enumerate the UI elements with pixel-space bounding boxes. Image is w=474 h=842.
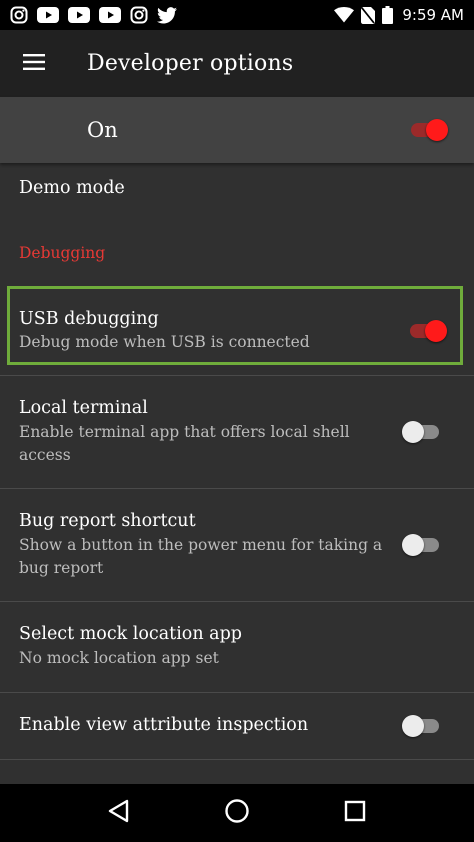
home-button[interactable] — [217, 793, 257, 833]
local-terminal-summary-line1: Enable terminal app that offers local sh… — [19, 423, 350, 441]
usb-debugging-toggle[interactable] — [407, 319, 449, 343]
hamburger-menu-icon — [22, 53, 46, 75]
twitter-icon — [157, 6, 177, 24]
wifi-icon — [334, 7, 355, 23]
bug-report-summary-line2: bug report — [19, 559, 104, 577]
category-debugging: Debugging — [19, 244, 106, 262]
bug-report-title: Bug report shortcut — [19, 511, 196, 531]
youtube-icon — [68, 7, 90, 23]
usb-debugging-text: USB debugging Debug mode when USB is con… — [19, 309, 310, 351]
recents-button[interactable] — [335, 793, 375, 833]
app-toolbar: Developer options — [0, 30, 474, 97]
local-terminal-summary-line2: access — [19, 446, 71, 464]
bug-report-toggle[interactable] — [402, 533, 444, 557]
toggle-thumb — [426, 119, 448, 141]
demo-mode-item[interactable]: Demo mode — [0, 178, 474, 198]
battery-icon — [382, 6, 394, 24]
back-button[interactable] — [99, 793, 139, 833]
mock-location-title: Select mock location app — [19, 624, 242, 644]
master-switch-bar[interactable]: On — [0, 97, 474, 163]
toggle-thumb — [425, 320, 447, 342]
menu-button[interactable] — [10, 40, 58, 88]
home-icon — [224, 798, 250, 828]
mock-location-item[interactable]: Select mock location app No mock locatio… — [0, 602, 474, 692]
local-terminal-item[interactable]: Local terminal Enable terminal app that … — [0, 376, 474, 488]
page-title: Developer options — [87, 51, 294, 76]
bug-report-summary-line1: Show a button in the power menu for taki… — [19, 536, 383, 554]
no-sim-icon — [361, 6, 376, 24]
view-attribute-text: Enable view attribute inspection — [19, 715, 308, 735]
usb-debugging-item[interactable]: USB debugging Debug mode when USB is con… — [7, 286, 463, 365]
recents-icon — [344, 800, 366, 826]
back-icon — [108, 799, 130, 827]
mock-location-text: Select mock location app No mock locatio… — [19, 624, 242, 670]
toggle-thumb — [402, 534, 424, 556]
usb-debugging-title: USB debugging — [19, 309, 159, 329]
master-switch-toggle[interactable] — [408, 118, 450, 142]
view-attribute-title: Enable view attribute inspection — [19, 715, 309, 735]
divider — [0, 759, 474, 760]
instagram-icon — [130, 6, 148, 24]
bug-report-shortcut-item[interactable]: Bug report shortcut Show a button in the… — [0, 489, 474, 601]
toggle-thumb — [402, 715, 424, 737]
local-terminal-summary: Enable terminal app that offers local sh… — [19, 421, 350, 467]
master-switch-label: On — [87, 118, 118, 142]
local-terminal-title: Local terminal — [19, 398, 148, 418]
view-attribute-inspection-item[interactable]: Enable view attribute inspection — [0, 693, 474, 759]
status-time: 9:59 AM — [402, 6, 464, 24]
system-icons: 9:59 AM — [334, 6, 464, 24]
local-terminal-toggle[interactable] — [402, 420, 444, 444]
navigation-bar — [0, 784, 474, 842]
status-bar: 9:59 AM — [0, 0, 474, 30]
local-terminal-text: Local terminal Enable terminal app that … — [19, 398, 350, 467]
usb-debugging-summary: Debug mode when USB is connected — [19, 333, 310, 351]
instagram-icon — [10, 6, 28, 24]
notification-icons — [10, 6, 177, 24]
youtube-icon — [37, 7, 59, 23]
bug-report-summary: Show a button in the power menu for taki… — [19, 534, 382, 580]
youtube-icon — [99, 7, 121, 23]
bug-report-text: Bug report shortcut Show a button in the… — [19, 511, 382, 580]
view-attribute-toggle[interactable] — [402, 714, 444, 738]
demo-mode-title: Demo mode — [19, 178, 125, 198]
toggle-thumb — [402, 421, 424, 443]
mock-location-summary: No mock location app set — [19, 649, 219, 667]
